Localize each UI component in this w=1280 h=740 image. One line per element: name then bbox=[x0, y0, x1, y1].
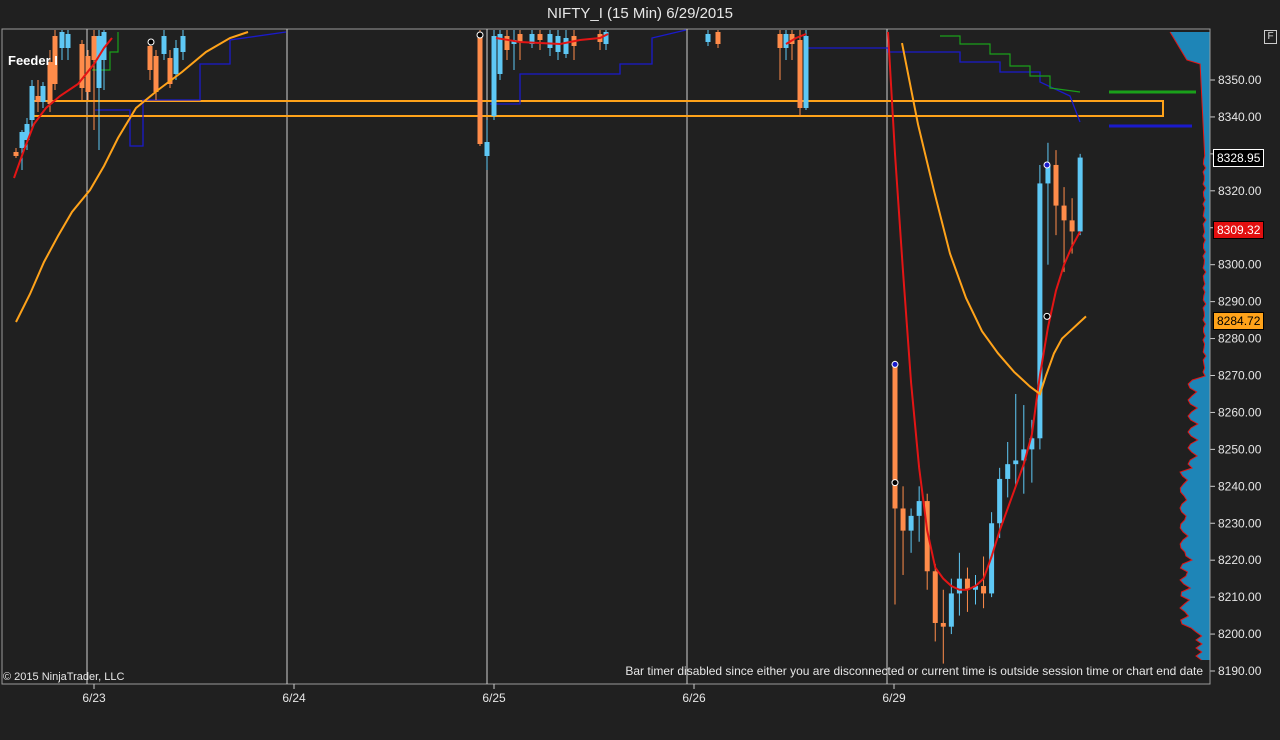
candle-body bbox=[59, 32, 65, 48]
candle-body bbox=[1061, 205, 1067, 221]
marker-dot bbox=[147, 38, 155, 46]
candle-body bbox=[705, 34, 711, 42]
x-tick-label: 6/23 bbox=[82, 691, 106, 705]
feeder-label: Feeder I bbox=[8, 53, 58, 68]
candle-body bbox=[1013, 460, 1019, 465]
candle-body bbox=[547, 34, 553, 48]
candle-body bbox=[91, 36, 97, 60]
marker-dot bbox=[476, 31, 484, 39]
candle-body bbox=[161, 36, 167, 54]
candle-body bbox=[803, 36, 809, 108]
candle-body bbox=[715, 32, 721, 44]
price-chart[interactable]: 8190.00 8200.00 8210.00 8220.00 8230.00 8240.… bbox=[0, 0, 1280, 740]
candle-body bbox=[96, 36, 102, 88]
candle-body bbox=[916, 501, 922, 516]
candle-body bbox=[956, 578, 962, 594]
candle-body bbox=[563, 38, 569, 54]
candle-body bbox=[19, 132, 25, 148]
y-tick-label: 8340.00 bbox=[1218, 110, 1262, 124]
y-tick-label: 8350.00 bbox=[1218, 73, 1262, 87]
time-axis: 6/23 6/24 6/25 6/26 6/29 bbox=[82, 684, 906, 705]
y-tick-label: 8250.00 bbox=[1218, 442, 1262, 456]
fast-ma-price-tag: 8309.32 bbox=[1213, 221, 1265, 239]
y-tick-label: 8240.00 bbox=[1218, 479, 1262, 493]
last-price-tag: 8328.95 bbox=[1213, 149, 1265, 167]
chart-title: NIFTY_I (15 Min) 6/29/2015 bbox=[547, 5, 733, 22]
marker-dot bbox=[891, 479, 899, 487]
y-tick-label: 8210.00 bbox=[1218, 590, 1262, 604]
candle-body bbox=[1069, 220, 1075, 232]
candle-body bbox=[797, 40, 803, 108]
candle-body bbox=[504, 36, 510, 50]
f-button[interactable]: F bbox=[1264, 30, 1277, 44]
slow-ma-price-tag: 8284.72 bbox=[1213, 312, 1265, 330]
candle-body bbox=[35, 96, 41, 102]
candle-body bbox=[892, 364, 898, 509]
y-tick-label: 8280.00 bbox=[1218, 332, 1262, 346]
candle-body bbox=[477, 34, 483, 144]
x-tick-label: 6/26 bbox=[682, 691, 706, 705]
candle-body bbox=[997, 478, 1003, 524]
candle-body bbox=[981, 586, 987, 594]
candle-body bbox=[491, 36, 497, 116]
candle-body bbox=[153, 56, 159, 92]
candle-body bbox=[932, 571, 938, 623]
candle-body bbox=[900, 508, 906, 531]
candle-body bbox=[948, 593, 954, 627]
y-tick-label: 8260.00 bbox=[1218, 405, 1262, 419]
price-axis: 8190.00 8200.00 8210.00 8220.00 8230.00 8240.… bbox=[1209, 29, 1262, 684]
plot-area bbox=[1, 28, 1211, 685]
x-tick-label: 6/25 bbox=[482, 691, 506, 705]
y-tick-label: 8230.00 bbox=[1218, 516, 1262, 530]
candle-body bbox=[13, 152, 19, 156]
candle-body bbox=[783, 34, 789, 48]
candle-body bbox=[1077, 157, 1083, 232]
candle-body bbox=[940, 622, 946, 627]
candle-body bbox=[147, 46, 153, 70]
candle-body bbox=[908, 515, 914, 531]
y-tick-label: 8220.00 bbox=[1218, 553, 1262, 567]
marker-dot bbox=[1043, 312, 1051, 320]
candle-body bbox=[65, 34, 71, 48]
candle-body bbox=[484, 142, 490, 156]
candle-body bbox=[1053, 164, 1059, 206]
marker-dot bbox=[1043, 161, 1051, 169]
candle-body bbox=[777, 34, 783, 48]
bar-timer-message: Bar timer disabled since either you are … bbox=[625, 664, 1203, 678]
x-tick-label: 6/29 bbox=[882, 691, 906, 705]
candle-body bbox=[40, 86, 46, 102]
candle-body bbox=[497, 34, 503, 74]
y-tick-label: 8290.00 bbox=[1218, 295, 1262, 309]
candle-body bbox=[173, 48, 179, 74]
candle-body bbox=[47, 62, 53, 104]
y-tick-label: 8320.00 bbox=[1218, 184, 1262, 198]
candle-body bbox=[1005, 464, 1011, 479]
copyright-notice: © 2015 NinjaTrader, LLC bbox=[3, 671, 125, 683]
candle-body bbox=[29, 86, 35, 120]
y-tick-label: 8300.00 bbox=[1218, 258, 1262, 272]
marker-dot bbox=[891, 360, 899, 368]
candle-body bbox=[537, 34, 543, 40]
candle-body bbox=[180, 36, 186, 52]
y-tick-label: 8200.00 bbox=[1218, 627, 1262, 641]
y-tick-label: 8190.00 bbox=[1218, 664, 1262, 678]
candle-body bbox=[1037, 183, 1043, 439]
y-tick-label: 8270.00 bbox=[1218, 369, 1262, 383]
x-tick-label: 6/24 bbox=[282, 691, 306, 705]
